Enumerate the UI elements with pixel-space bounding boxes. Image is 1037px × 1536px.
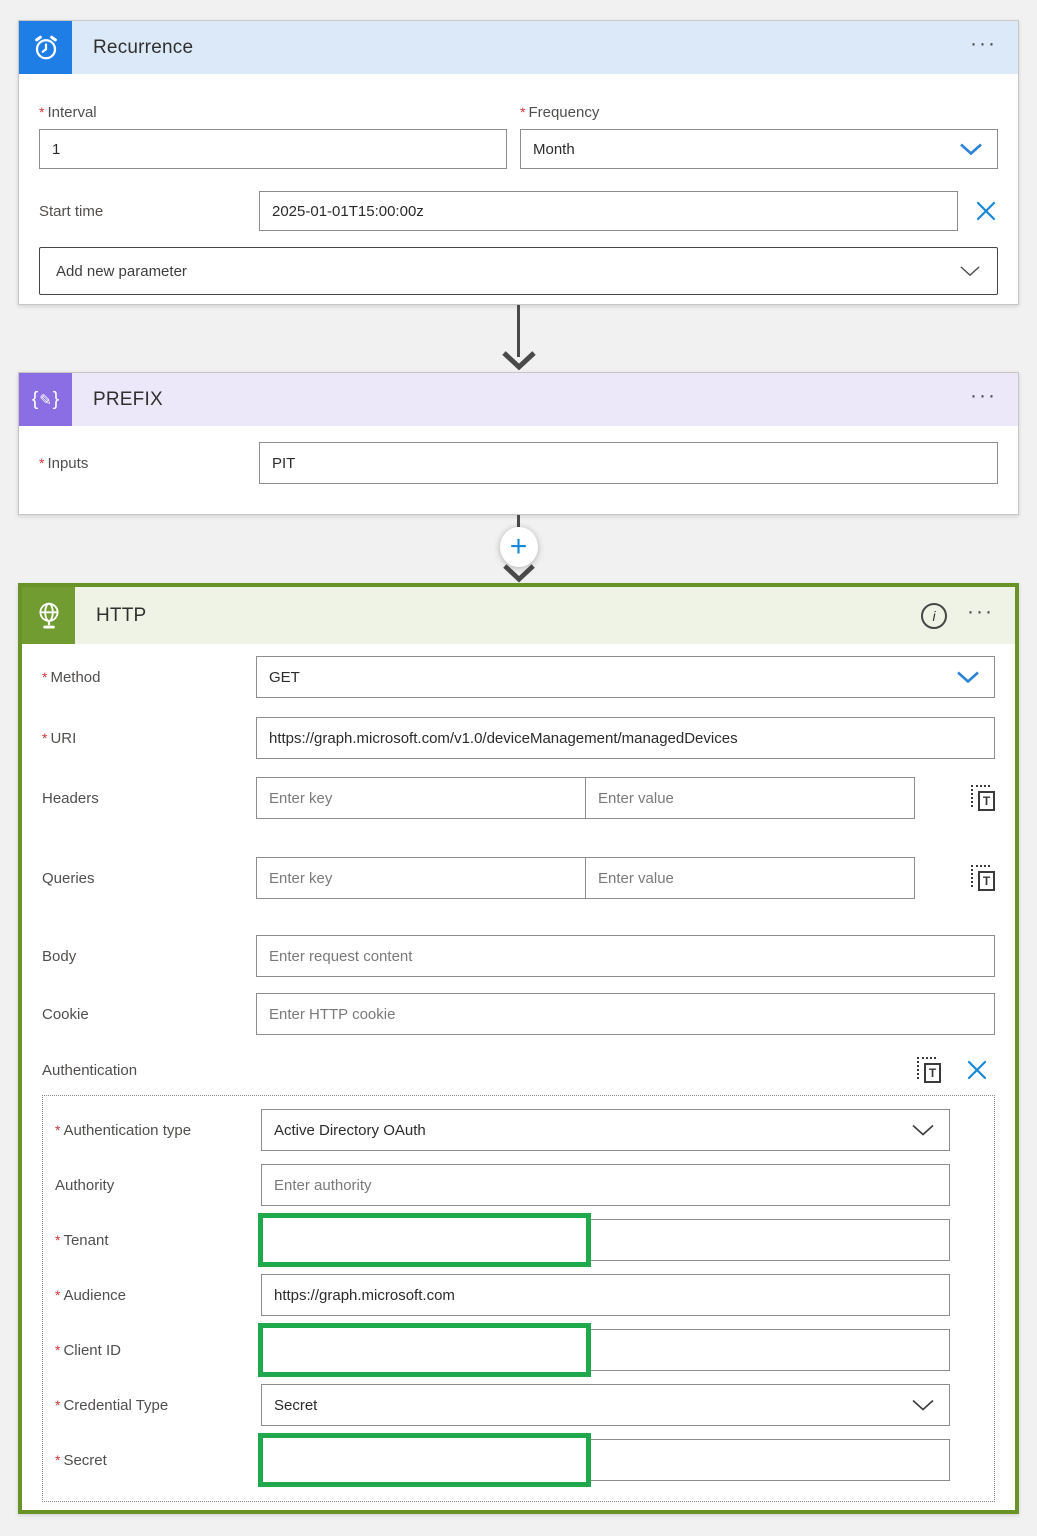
secret-label: *Secret [55, 1452, 261, 1469]
start-time-label: Start time [39, 203, 259, 220]
authentication-type-label: *Authentication type [55, 1122, 261, 1139]
prefix-title: PREFIX [93, 389, 163, 411]
authentication-text-mode-icon[interactable]: T [917, 1057, 941, 1083]
chevron-down-icon [959, 143, 983, 156]
authentication-clear-icon[interactable] [965, 1058, 989, 1082]
headers-label: Headers [42, 790, 256, 807]
info-icon[interactable]: i [921, 603, 947, 629]
recurrence-card: Recurrence ··· *Interval *Frequency Mont… [18, 20, 1019, 305]
queries-key-input[interactable] [256, 857, 586, 899]
recurrence-title: Recurrence [93, 37, 193, 59]
recurrence-more-options-icon[interactable]: ··· [970, 39, 997, 57]
tenant-label: *Tenant [55, 1232, 261, 1249]
interval-label: *Interval [39, 104, 507, 121]
http-card: HTTP i ··· *Method GET *URI [18, 583, 1019, 1514]
prefix-more-options-icon[interactable]: ··· [970, 391, 997, 409]
chevron-down-icon [956, 671, 980, 684]
interval-input[interactable] [39, 129, 507, 169]
credential-type-label: *Credential Type [55, 1397, 261, 1414]
audience-input[interactable] [261, 1274, 950, 1316]
chevron-down-icon [911, 1399, 935, 1412]
arrow-down-icon [501, 351, 537, 371]
client-id-label: *Client ID [55, 1342, 261, 1359]
flow-connector: + [0, 515, 1037, 583]
credential-type-dropdown[interactable]: Secret [261, 1384, 950, 1426]
frequency-value: Month [533, 141, 575, 158]
credential-type-value: Secret [274, 1397, 317, 1414]
queries-text-mode-icon[interactable]: T [971, 865, 995, 891]
http-card-header[interactable]: HTTP i ··· [22, 587, 1015, 644]
headers-key-input[interactable] [256, 777, 586, 819]
frequency-dropdown[interactable]: Month [520, 129, 998, 169]
chevron-down-icon [959, 265, 981, 277]
add-new-parameter-label: Add new parameter [56, 263, 187, 280]
authority-input[interactable] [261, 1164, 950, 1206]
method-label: *Method [42, 669, 256, 686]
body-input[interactable] [256, 935, 995, 977]
frequency-label: *Frequency [520, 104, 998, 121]
recurrence-card-header[interactable]: Recurrence ··· [19, 21, 1018, 74]
uri-input[interactable] [256, 717, 995, 759]
http-title: HTTP [96, 605, 146, 627]
insert-step-button[interactable]: + [500, 527, 538, 567]
prefix-card-header[interactable]: {✎} PREFIX ··· [19, 373, 1018, 426]
cookie-label: Cookie [42, 1006, 256, 1023]
headers-text-mode-icon[interactable]: T [971, 785, 995, 811]
queries-value-input[interactable] [585, 857, 915, 899]
http-globe-icon [22, 587, 75, 644]
method-value: GET [269, 669, 300, 686]
inputs-label: *Inputs [39, 455, 259, 472]
start-time-input[interactable] [259, 191, 958, 231]
add-new-parameter-dropdown[interactable]: Add new parameter [39, 247, 998, 295]
method-dropdown[interactable]: GET [256, 656, 995, 698]
compose-icon: {✎} [19, 373, 72, 426]
authentication-section: *Authentication type Active Directory OA… [42, 1095, 995, 1502]
flow-designer-canvas: Recurrence ··· *Interval *Frequency Mont… [0, 0, 1037, 1536]
uri-label: *URI [42, 730, 256, 747]
http-more-options-icon[interactable]: ··· [967, 607, 994, 625]
authentication-label: Authentication [42, 1062, 137, 1079]
headers-value-input[interactable] [585, 777, 915, 819]
start-time-clear-icon[interactable] [974, 199, 998, 223]
secret-redaction-highlight [258, 1433, 591, 1487]
chevron-down-icon [911, 1124, 935, 1137]
client-id-redaction-highlight [258, 1323, 591, 1377]
authentication-type-dropdown[interactable]: Active Directory OAuth [261, 1109, 950, 1151]
plus-icon: + [510, 532, 528, 562]
prefix-card: {✎} PREFIX ··· *Inputs [18, 372, 1019, 515]
inputs-input[interactable] [259, 442, 998, 484]
cookie-input[interactable] [256, 993, 995, 1035]
authority-label: Authority [55, 1177, 261, 1194]
audience-label: *Audience [55, 1287, 261, 1304]
queries-label: Queries [42, 870, 256, 887]
flow-connector [0, 305, 1037, 372]
tenant-redaction-highlight [258, 1213, 591, 1267]
authentication-type-value: Active Directory OAuth [274, 1122, 426, 1139]
body-label: Body [42, 948, 256, 965]
recurrence-icon [19, 21, 72, 74]
